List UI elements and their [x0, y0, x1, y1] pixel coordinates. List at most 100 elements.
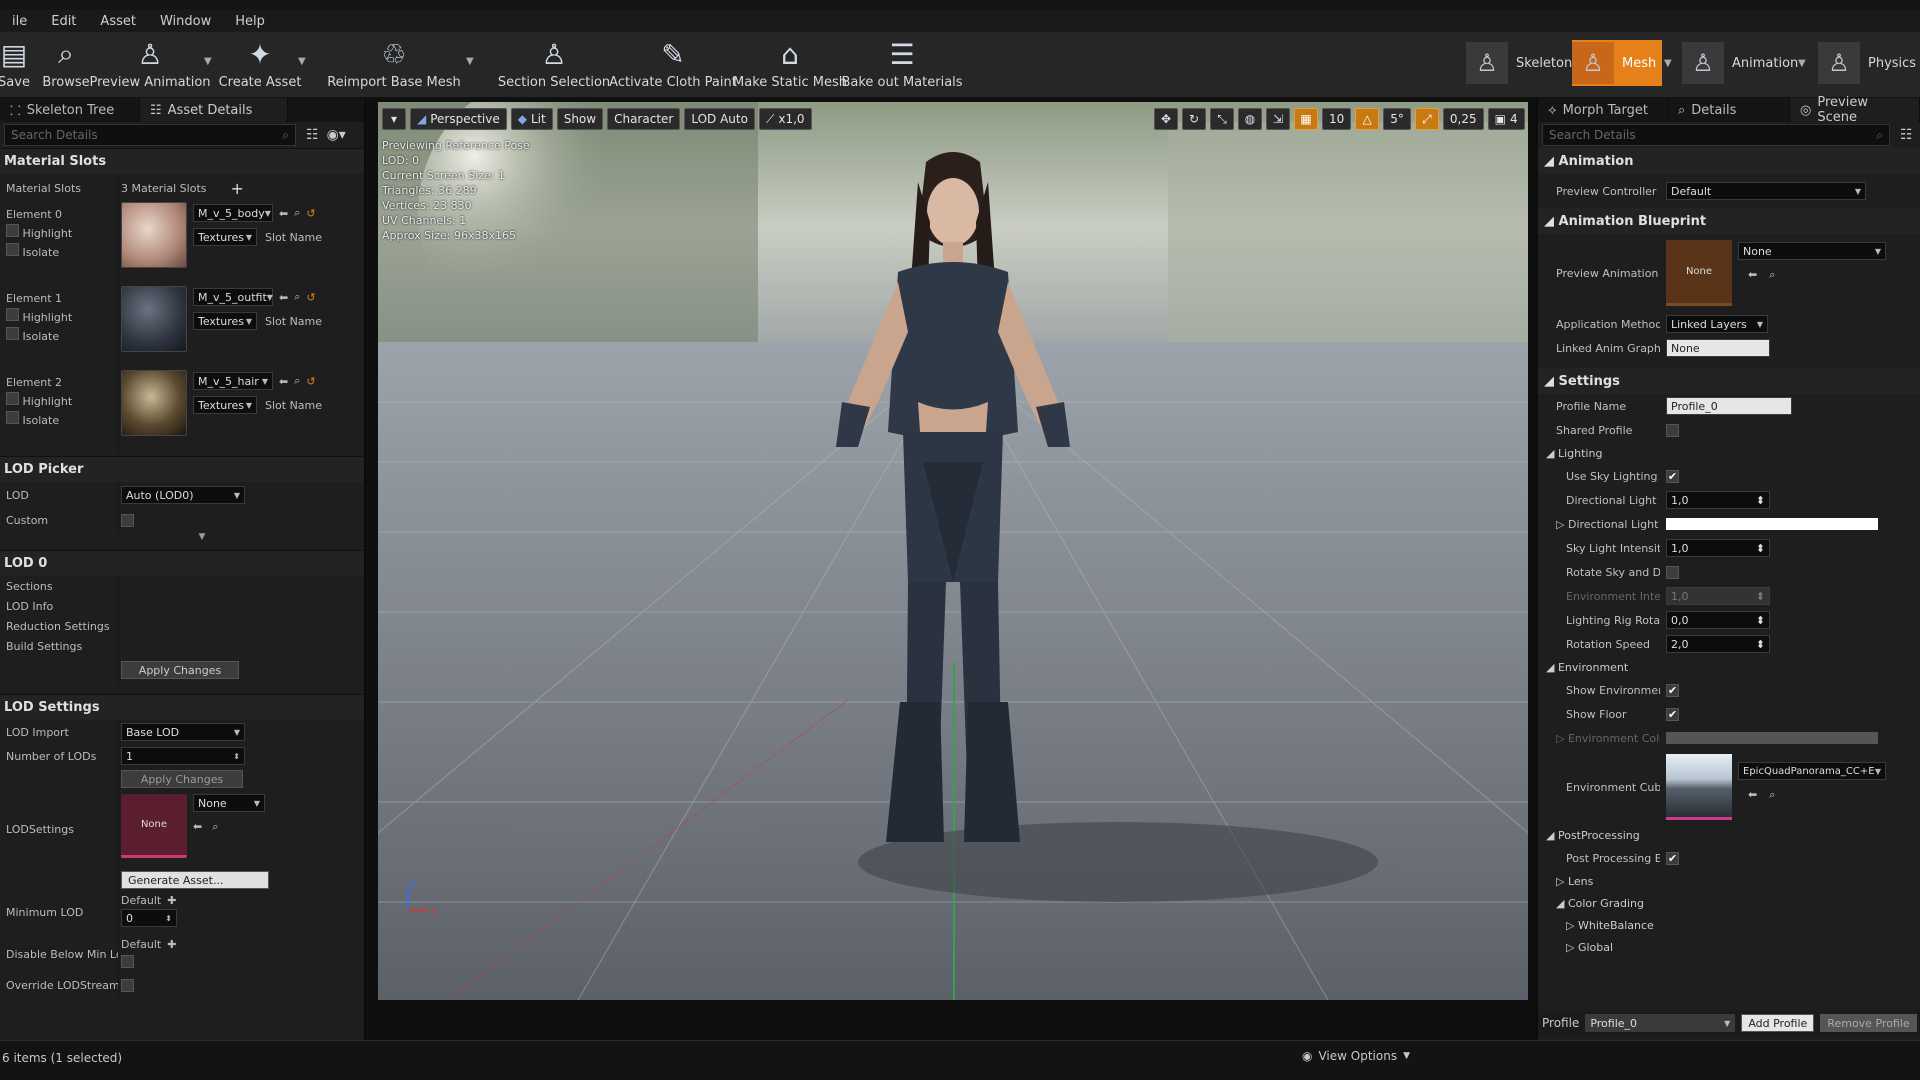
scale-icon[interactable]: ⤡ — [1210, 108, 1234, 130]
menu-help[interactable]: Help — [223, 14, 277, 29]
remove-profile-button[interactable]: Remove Profile — [1820, 1014, 1917, 1032]
rotate-icon[interactable]: ↻ — [1182, 108, 1206, 130]
reimport-button[interactable]: ♲ Reimport Base Mesh — [327, 34, 461, 96]
isolate-checkbox[interactable] — [6, 411, 19, 424]
isolate-checkbox[interactable] — [6, 243, 19, 256]
profile-dropdown[interactable]: Profile_0 ▼ — [1585, 1014, 1736, 1032]
section-lod-picker[interactable]: LOD Picker — [0, 456, 364, 482]
viewport[interactable]: z x ▾ ◢ Perspective ◆ Lit Show Character L… — [378, 102, 1528, 1000]
chevron-down-icon[interactable]: ▼ — [1798, 58, 1806, 69]
min-lod-input[interactable]: 0 ⬍ — [121, 909, 177, 927]
browse-icon[interactable]: ⌕ — [294, 206, 300, 220]
character-button[interactable]: Character — [607, 108, 681, 130]
camera-speed-button[interactable]: ▣ 4 — [1487, 108, 1525, 130]
disable-below-min-checkbox[interactable] — [121, 955, 134, 968]
textures-dropdown[interactable]: Textures ▼ — [193, 396, 257, 414]
search-input[interactable]: Search Details ⌕ — [4, 124, 296, 146]
material-picker[interactable]: M_v_5_body ▼ — [193, 204, 273, 222]
search-input[interactable]: Search Details ⌕ — [1542, 124, 1890, 146]
bake-materials-button[interactable]: ☰ Bake out Materials — [841, 34, 962, 96]
grid-size-button[interactable]: 10 — [1322, 108, 1352, 130]
section-animation[interactable]: ◢ Animation — [1538, 148, 1920, 174]
anim-bp-dropdown[interactable]: None ▼ — [1738, 242, 1886, 260]
subsection-white-balance[interactable]: ▷ WhiteBalance — [1538, 914, 1920, 936]
add-profile-button[interactable]: Add Profile — [1741, 1014, 1815, 1032]
list-view-icon[interactable]: ☷ — [306, 127, 319, 143]
subsection-postprocessing[interactable]: ◢ PostProcessing — [1538, 824, 1920, 846]
directional-light-color-swatch[interactable] — [1666, 518, 1878, 530]
menu-edit[interactable]: Edit — [39, 14, 88, 29]
list-view-icon[interactable]: ☷ — [1900, 127, 1913, 143]
lod-dropdown[interactable]: Auto (LOD0) ▼ — [121, 486, 245, 504]
create-asset-button[interactable]: ✦ Create Asset — [219, 34, 302, 96]
reset-icon[interactable]: ↺ — [306, 375, 315, 388]
section-animation-blueprint[interactable]: ◢ Animation Blueprint — [1538, 208, 1920, 234]
material-thumbnail[interactable] — [121, 370, 187, 436]
view-options-button[interactable]: ◉ View Options ▼ — [1302, 1049, 1410, 1063]
surface-snap-icon[interactable]: ⇲ — [1266, 108, 1290, 130]
section-settings[interactable]: ◢ Settings — [1538, 368, 1920, 394]
subsection-color-grading[interactable]: ◢ Color Grading — [1538, 892, 1920, 914]
add-override-icon[interactable]: ✚ — [167, 894, 176, 907]
eye-icon[interactable]: ◉▾ — [327, 127, 346, 143]
menu-file[interactable]: ile — [0, 14, 39, 29]
use-selected-arrow-icon[interactable]: ⬅ — [279, 375, 288, 388]
apply-changes-button[interactable]: Apply Changes — [121, 770, 243, 788]
sky-light-intensity-input[interactable]: 1,0 ⬍ — [1666, 539, 1770, 557]
custom-checkbox[interactable] — [121, 513, 134, 527]
profile-name-input[interactable]: Profile_0 — [1666, 397, 1792, 415]
generate-asset-button[interactable]: Generate Asset... — [121, 871, 269, 889]
save-button[interactable]: ▤ Save — [0, 34, 30, 96]
reset-icon[interactable]: ↺ — [306, 291, 315, 304]
menu-window[interactable]: Window — [148, 14, 223, 29]
preview-animation-button[interactable]: ♙ Preview Animation — [90, 34, 211, 96]
subsection-global[interactable]: ▷ Global — [1538, 936, 1920, 958]
section-material-slots[interactable]: Material Slots — [0, 148, 364, 174]
lit-button[interactable]: ◆ Lit — [510, 108, 553, 130]
subsection-lighting[interactable]: ◢ Lighting — [1538, 442, 1920, 464]
shared-profile-checkbox[interactable] — [1666, 423, 1679, 437]
tab-morph-target[interactable]: ⟡ Morph Target — [1538, 98, 1668, 122]
reset-icon[interactable]: ↺ — [306, 207, 315, 220]
mode-mesh-button[interactable]: ♙ Mesh — [1572, 40, 1663, 86]
mode-physics-button[interactable]: ♙ Physics — [1818, 40, 1916, 86]
environment-cubemap-thumbnail[interactable] — [1666, 754, 1732, 820]
post-processing-enabled-checkbox[interactable]: ✔ — [1666, 851, 1679, 865]
subsection-lens[interactable]: ▷ Lens — [1538, 870, 1920, 892]
make-static-mesh-button[interactable]: ⌂ Make Static Mesh — [733, 34, 847, 96]
expand-arrow-icon[interactable]: ▷ — [1556, 518, 1568, 531]
environment-cubemap-dropdown[interactable]: EpicQuadPanorama_CC+E ▼ — [1738, 762, 1886, 780]
browse-icon[interactable]: ⌕ — [1769, 788, 1775, 802]
world-local-icon[interactable]: ◍ — [1238, 108, 1262, 130]
show-button[interactable]: Show — [556, 108, 604, 130]
add-override-icon[interactable]: ✚ — [167, 938, 176, 951]
viewport-menu-button[interactable]: ▾ — [382, 108, 406, 130]
use-selected-arrow-icon[interactable]: ⬅ — [1748, 788, 1757, 802]
add-slot-icon[interactable]: + — [231, 179, 244, 198]
chevron-down-icon[interactable]: ▼ — [298, 56, 306, 67]
apply-changes-button[interactable]: Apply Changes — [121, 661, 239, 679]
preview-controller-dropdown[interactable]: Default ▼ — [1666, 182, 1866, 200]
section-lod0[interactable]: LOD 0 — [0, 550, 364, 576]
playback-speed-button[interactable]: ⟋ x1,0 — [758, 108, 812, 130]
chevron-down-icon[interactable]: ▼ — [466, 56, 474, 67]
grid-snap-icon[interactable]: ▦ — [1294, 108, 1318, 130]
textures-dropdown[interactable]: Textures ▼ — [193, 312, 257, 330]
expand-arrow-icon[interactable]: ▼ — [0, 532, 364, 550]
cloth-paint-button[interactable]: ✎ Activate Cloth Paint — [609, 34, 737, 96]
show-environment-checkbox[interactable]: ✔ — [1666, 683, 1679, 697]
browse-button[interactable]: ⌕ Browse — [42, 34, 90, 96]
anim-bp-thumbnail[interactable]: None — [1666, 240, 1732, 306]
expand-arrow-icon[interactable]: ▷ — [1556, 732, 1568, 745]
tab-preview-scene[interactable]: ◎ Preview Scene — [1790, 95, 1920, 125]
lighting-rig-rotation-input[interactable]: 0,0 ⬍ — [1666, 611, 1770, 629]
linked-anim-tag-input[interactable]: None — [1666, 339, 1770, 357]
use-sky-lighting-checkbox[interactable]: ✔ — [1666, 469, 1679, 483]
browse-icon[interactable]: ⌕ — [212, 820, 218, 834]
perspective-button[interactable]: ◢ Perspective — [410, 108, 507, 130]
highlight-checkbox[interactable] — [6, 308, 19, 321]
section-lod-settings[interactable]: LOD Settings — [0, 694, 364, 720]
mode-animation-button[interactable]: ♙ Animation — [1682, 40, 1798, 86]
browse-icon[interactable]: ⌕ — [294, 374, 300, 388]
lodsettings-dropdown[interactable]: None ▼ — [193, 794, 265, 812]
